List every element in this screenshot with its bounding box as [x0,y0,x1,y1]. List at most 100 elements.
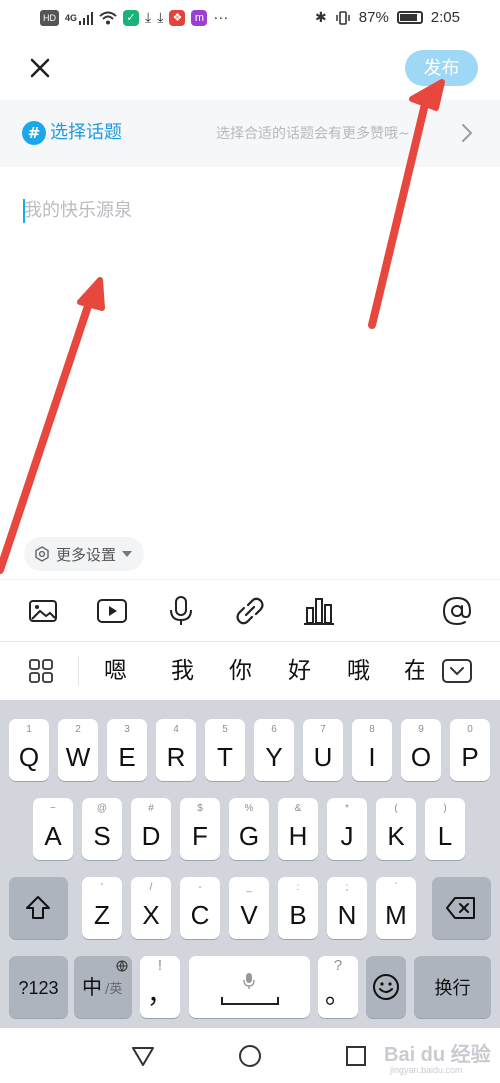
key-secondary-label: 6 [271,724,277,735]
key-secondary-label: 9 [418,724,424,735]
insert-image-button[interactable] [26,594,60,628]
close-icon [30,58,50,78]
key-f[interactable]: $ F [180,798,220,860]
video-icon [97,599,127,623]
key-w[interactable]: 2W [58,719,98,781]
insert-link-button[interactable] [233,594,267,628]
key-u[interactable]: 7U [303,719,343,781]
mention-icon [442,596,472,626]
clock: 2:05 [430,9,460,26]
select-topic-row[interactable]: # 选择话题 选择合适的话题会有更多赞哦~ [0,100,500,167]
key-label: J [340,821,354,851]
download-icon-2: ⤓ [157,9,164,25]
key-h[interactable]: & H [278,798,318,860]
key-label: N [337,900,357,930]
baidu-watermark: Bai du 经验 [384,1044,491,1066]
enter-key[interactable]: 换行 [414,956,491,1018]
candidate-word[interactable]: 你 [229,656,252,686]
candidate-word[interactable]: 好 [288,656,311,686]
candidate-word[interactable]: 嗯 [104,656,127,686]
period-key-label: 。 [324,979,351,1009]
key-label: I [368,742,376,772]
key-x[interactable]: / X [131,877,171,939]
key-label: S [93,821,111,851]
space-key[interactable] [189,956,310,1018]
key-label: E [118,742,136,772]
caret-down-icon [122,551,133,557]
key-k[interactable]: (K [376,798,416,860]
key-secondary-label: 2 [75,724,81,735]
recents-square-icon [346,1046,366,1066]
image-icon [29,600,57,622]
key-y[interactable]: 6Y [254,719,294,781]
comma-key-alt: ! [157,957,163,974]
insert-video-button[interactable] [95,594,129,628]
key-a[interactable]: ~ A [33,798,73,860]
comma-key[interactable]: ! ， [140,956,180,1018]
key-secondary-label: $ [197,803,203,814]
key-r[interactable]: 4R [156,719,196,781]
mention-button[interactable] [440,594,474,628]
language-english-label: /英 [105,982,123,997]
key-b[interactable]: :B [278,877,318,939]
globe-icon [116,960,128,972]
key-secondary-label: _ [246,882,252,893]
home-button[interactable] [237,1043,263,1069]
key-secondary-label: 4 [173,724,179,735]
microphone-icon [243,973,255,989]
key-s[interactable]: @ S [82,798,122,860]
language-switch-key[interactable]: 中 /英 [74,956,132,1018]
period-key[interactable]: ? 。 [318,956,358,1018]
candidate-word[interactable]: 在 [404,656,424,686]
key-label: M [385,900,407,930]
key-v[interactable]: _ V [229,877,269,939]
key-p[interactable]: 0P [450,719,490,781]
insert-chart-button[interactable] [302,594,336,628]
recents-button[interactable] [343,1043,369,1069]
emoji-key[interactable] [366,956,406,1018]
hd-badge: HD [40,9,59,26]
key-c[interactable]: -C [180,877,220,939]
key-g[interactable]: % G [229,798,269,860]
back-button[interactable] [130,1043,156,1069]
key-m[interactable]: ` M [376,877,416,939]
key-t[interactable]: 5T [205,719,245,781]
post-editor[interactable]: 我的快乐源泉 更多设置 [0,167,500,579]
home-circle-icon [239,1045,261,1067]
wifi-icon [99,11,117,24]
key-i[interactable]: 8I [352,719,392,781]
backspace-key[interactable] [432,877,491,939]
key-z[interactable]: ' Z [82,877,122,939]
key-q[interactable]: 1Q [9,719,49,781]
key-secondary-label: ; [345,882,349,893]
key-secondary-label: * [345,803,349,814]
key-l[interactable]: ) L [425,798,465,860]
key-label: U [313,742,333,772]
key-o[interactable]: 9O [401,719,441,781]
battery-icon [396,11,423,24]
status-bar-right: ✱ 87% 2:05 [315,9,460,26]
key-j[interactable]: * J [327,798,367,860]
ime-menu-button[interactable] [28,658,54,684]
key-n[interactable]: ; N [327,877,367,939]
key-secondary-label: @ [96,803,108,814]
key-label: Z [94,900,110,930]
key-e[interactable]: 3E [107,719,147,781]
key-label: Y [265,742,283,772]
microphone-icon [170,596,192,625]
post-header: 发布 [0,38,500,100]
close-button[interactable] [22,50,58,86]
voice-input-button[interactable] [164,594,198,628]
key-label: K [387,821,405,851]
publish-button[interactable]: 发布 [405,50,478,86]
collapse-keyboard-button[interactable] [441,656,473,686]
more-settings-button[interactable]: 更多设置 [24,537,145,571]
key-d[interactable]: # D [131,798,171,860]
symbols-key[interactable]: ?123 [9,956,68,1018]
battery-fill [399,14,417,21]
emoji-icon [373,974,399,1000]
candidate-word[interactable]: 我 [171,656,194,686]
candidate-word[interactable]: 哦 [347,656,370,686]
shift-key[interactable] [9,877,68,939]
key-secondary-label: 7 [320,724,326,735]
